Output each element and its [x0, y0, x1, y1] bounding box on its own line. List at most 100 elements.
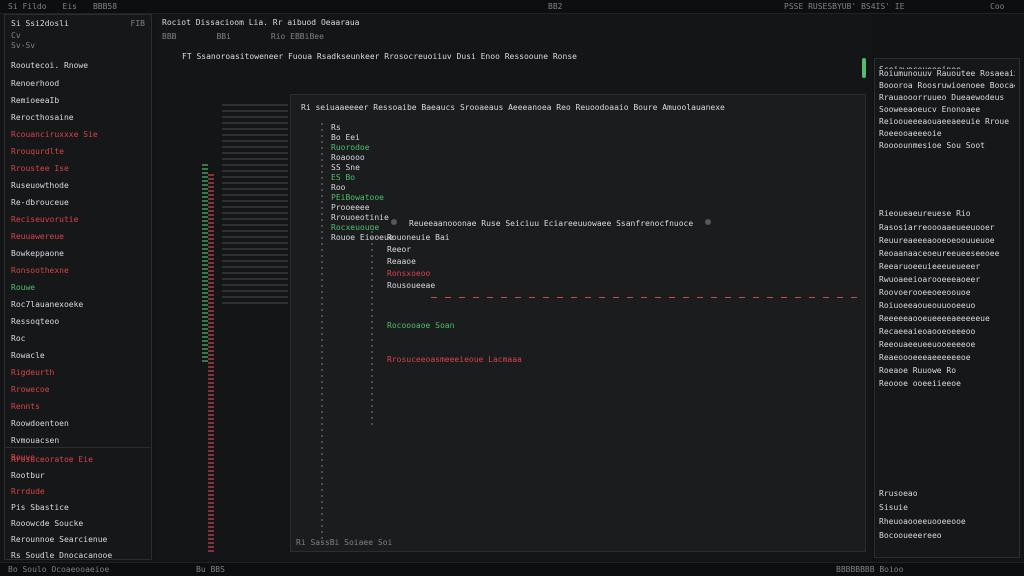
code-line-4[interactable]: SS Sne — [331, 163, 360, 173]
sidebar-item-13[interactable]: Roc7lauanexoeke — [11, 300, 83, 310]
code-line-2[interactable]: Ruorodoe — [331, 143, 370, 153]
inner-header-line: Ri seiuaaeeeer Ressoaibe Baeaucs Srooaea… — [301, 103, 725, 112]
sidebar-footer-item-6[interactable]: Rs Soudle Dnocacanooe — [11, 551, 112, 559]
right-footer-line-0: Rrusoeao — [879, 489, 918, 498]
sidebar-section-title: Rooutecoi. Rnowe — [11, 61, 89, 70]
code-line-0[interactable]: Rs — [331, 123, 341, 133]
panel-line-3[interactable]: Ronsxoeoo — [387, 269, 430, 279]
indent-guide-2 — [371, 225, 373, 425]
left-sidebar: Si Ssi2dosli FIB Cv Sv-Sv Rooutecoi. Rno… — [4, 14, 152, 560]
right-line-3: Sooweeaoeucv Enonoaee — [879, 105, 981, 114]
right-line2-1: Reuureaeeeaooeoeoouueuoe — [879, 236, 995, 245]
sidebar-item-1[interactable]: RemioeeaIb — [11, 96, 59, 106]
diff-gutter — [202, 74, 216, 554]
top-right-action[interactable]: Coo — [990, 2, 1004, 11]
code-line-3[interactable]: Roaoooo — [331, 153, 365, 163]
sidebar-footer-item-4[interactable]: Rooowcde Soucke — [11, 519, 83, 529]
code-line-6[interactable]: Roo — [331, 183, 345, 193]
breadcrumb-3[interactable]: Rio EBBiBee — [271, 32, 324, 46]
right-line2-6: Roiuoeeaoueouuooeeuo — [879, 301, 976, 310]
sidebar-item-21[interactable]: Rvmouacsen — [11, 436, 59, 446]
right-line-0: Roiumunouuv Rauoutee Rosaeaixoea — [879, 69, 1015, 78]
sidebar-item-list: Renoerhood RemioeeaIb Rerocthosaine Rcouanc… — [5, 79, 151, 463]
sidebar-item-18[interactable]: Rrowecoe — [11, 385, 50, 395]
right-line2-9: Reeouaeeueeuooeeeeoe — [879, 340, 976, 349]
code-line-7[interactable]: PEiBowatooe — [331, 193, 384, 203]
right-panel-footer: Rrusoeao Sisuie Rheuoaooeeuooeeooe Bocoouee… — [879, 489, 1017, 545]
right-line-1: Boooroa Roosruwioenoee Boocaeo — [879, 81, 1015, 90]
sidebar-item-17[interactable]: Rigdeurth — [11, 368, 54, 378]
sidebar-item-7[interactable]: Re-dbrouceue — [11, 198, 69, 208]
menu-item-file[interactable]: Si Fildo — [8, 2, 47, 11]
editor-footer: Ri SassBi Soiaee Soi — [296, 538, 393, 547]
sidebar-item-12[interactable]: Rouwe — [11, 283, 35, 293]
right-line2-10: Reaeoooeeeaeeeeeeoe — [879, 353, 971, 362]
panel-line-0[interactable]: Rouoneuie Bai — [387, 233, 450, 243]
sidebar-badge[interactable]: FIB — [131, 19, 145, 31]
right-panel-lines-2: Rasosiarreoooaaeueeuooer Reuureaeeeaooeoe… — [875, 223, 1019, 389]
sidebar-item-0[interactable]: Renoerhood — [11, 79, 59, 89]
sidebar-item-3[interactable]: Rcouanciruxxxe Sie — [11, 130, 98, 140]
sidebar-item-11[interactable]: Ronsoothexne — [11, 266, 69, 276]
right-line2-8: Recaeeaieoaooeoeeeoo — [879, 327, 976, 336]
breadcrumb-1[interactable]: BBB — [162, 32, 176, 46]
sidebar-divider — [5, 447, 151, 448]
sidebar-item-5[interactable]: Rroustee Ise — [11, 164, 69, 174]
sidebar-item-10[interactable]: Bowkeppaone — [11, 249, 64, 259]
right-footer-line-2: Rheuoaooeeuooeeooe — [879, 517, 966, 526]
right-panel: Sceiawecoueeoinee Roiumunouuv Rauoutee R… — [874, 58, 1020, 558]
code-line-1[interactable]: Bo Eei — [331, 133, 360, 143]
sidebar-item-8[interactable]: Reciseuvorutie — [11, 215, 78, 225]
sidebar-item-15[interactable]: Roc — [11, 334, 25, 344]
sidebar-footer-item-1[interactable]: Rootbur — [11, 471, 45, 481]
breakpoint-dot[interactable] — [391, 219, 397, 225]
right-line2-0: Rasosiarreoooaaeueeuooer — [879, 223, 995, 232]
status-center: Bu BBS — [196, 565, 225, 574]
code-line-8[interactable]: Prooeeee — [331, 203, 370, 213]
breakpoint-dot-2[interactable] — [705, 219, 712, 225]
sidebar-item-9[interactable]: Reuuawereue — [11, 232, 64, 242]
right-panel-lines: Roiumunouuv Rauoutee Rosaeaixoea Boooroa … — [875, 69, 1019, 151]
sidebar-item-6[interactable]: Ruseuowthode — [11, 181, 69, 191]
menu-item-view[interactable]: BBB58 — [93, 2, 117, 11]
right-line-4: Reiooueeeaouaeeaeeuie Rroue — [879, 117, 1010, 126]
sidebar-item-20[interactable]: Roowdoentoen — [11, 419, 69, 429]
sidebar-item-16[interactable]: Rowacle — [11, 351, 45, 361]
status-left: Bo Soulo Ocoaeooaeioe — [8, 565, 110, 574]
code-line-5[interactable]: ES Bo — [331, 173, 355, 183]
sidebar-item-14[interactable]: Ressoqteoo — [11, 317, 59, 327]
editor-tab-title[interactable]: Rociot Dissacioom Lia. Rr aibuod Oeaarau… — [162, 18, 359, 28]
right-footer-line-1: Sisuie — [879, 503, 908, 512]
right-footer-line-3: Bocooueeereeo — [879, 531, 942, 540]
sidebar-footer-list: Rrosuceoratoe Eie Rootbur Rrrdude Pis Sbast… — [11, 455, 147, 559]
sidebar-footer-item-0[interactable]: Rrosuceoratoe Eie — [11, 455, 93, 465]
inner-editor-panel: Ri seiuaaeeeer Ressoaibe Baeaucs Srooaea… — [290, 94, 866, 552]
code-line-11[interactable]: Rouoe Eiooeue — [331, 233, 394, 243]
sidebar-subheader: Cv — [11, 31, 21, 40]
sidebar-item-4[interactable]: Rrouqurdlte — [11, 147, 64, 157]
breadcrumb-2[interactable]: BBi — [216, 32, 230, 46]
sidebar-footer-item-3[interactable]: Pis Sbastice — [11, 503, 69, 513]
right-section-title: Rieoueaeureuese Rio — [879, 209, 971, 218]
sidebar-subheader-2: Sv-Sv — [11, 41, 36, 50]
sidebar-footer-item-5[interactable]: Rerounnoe Searcienue — [11, 535, 107, 545]
panel-line-1[interactable]: Reeor — [387, 245, 411, 255]
menu-item-edit[interactable]: Eis — [63, 2, 77, 11]
right-line-6: Roooounmesioe Sou Soot — [879, 141, 985, 150]
panel-line-2[interactable]: Reaaoe — [387, 257, 416, 267]
sidebar-item-19[interactable]: Rennts — [11, 402, 40, 412]
sidebar-item-2[interactable]: Rerocthosaine — [11, 113, 74, 123]
right-line2-5: Roovoerooeeoeeoouoe — [879, 288, 971, 297]
right-line2-11: Roeaoe Ruuowe Ro — [879, 366, 957, 375]
right-line2-3: Reearuoeeuieeeueueeer — [879, 262, 981, 271]
search-result-line: Rocoooaoe Soan — [387, 321, 455, 330]
panel-line-4[interactable]: Rousoueeae — [387, 281, 435, 291]
code-line-9[interactable]: Rrouoeotinie — [331, 213, 389, 223]
right-line2-12: Reoooe ooeeiieeoe — [879, 379, 961, 388]
right-panel-title: Sceiawecoueeoinee — [879, 65, 961, 69]
sidebar-footer-item-2[interactable]: Rrrdude — [11, 487, 45, 497]
code-preview-block — [222, 104, 288, 304]
window-title: BB2 — [548, 2, 563, 11]
right-line2-7: Reeeeeaooeueeeeaeeeeeue — [879, 314, 990, 323]
editor-scrollbar[interactable] — [862, 58, 866, 78]
